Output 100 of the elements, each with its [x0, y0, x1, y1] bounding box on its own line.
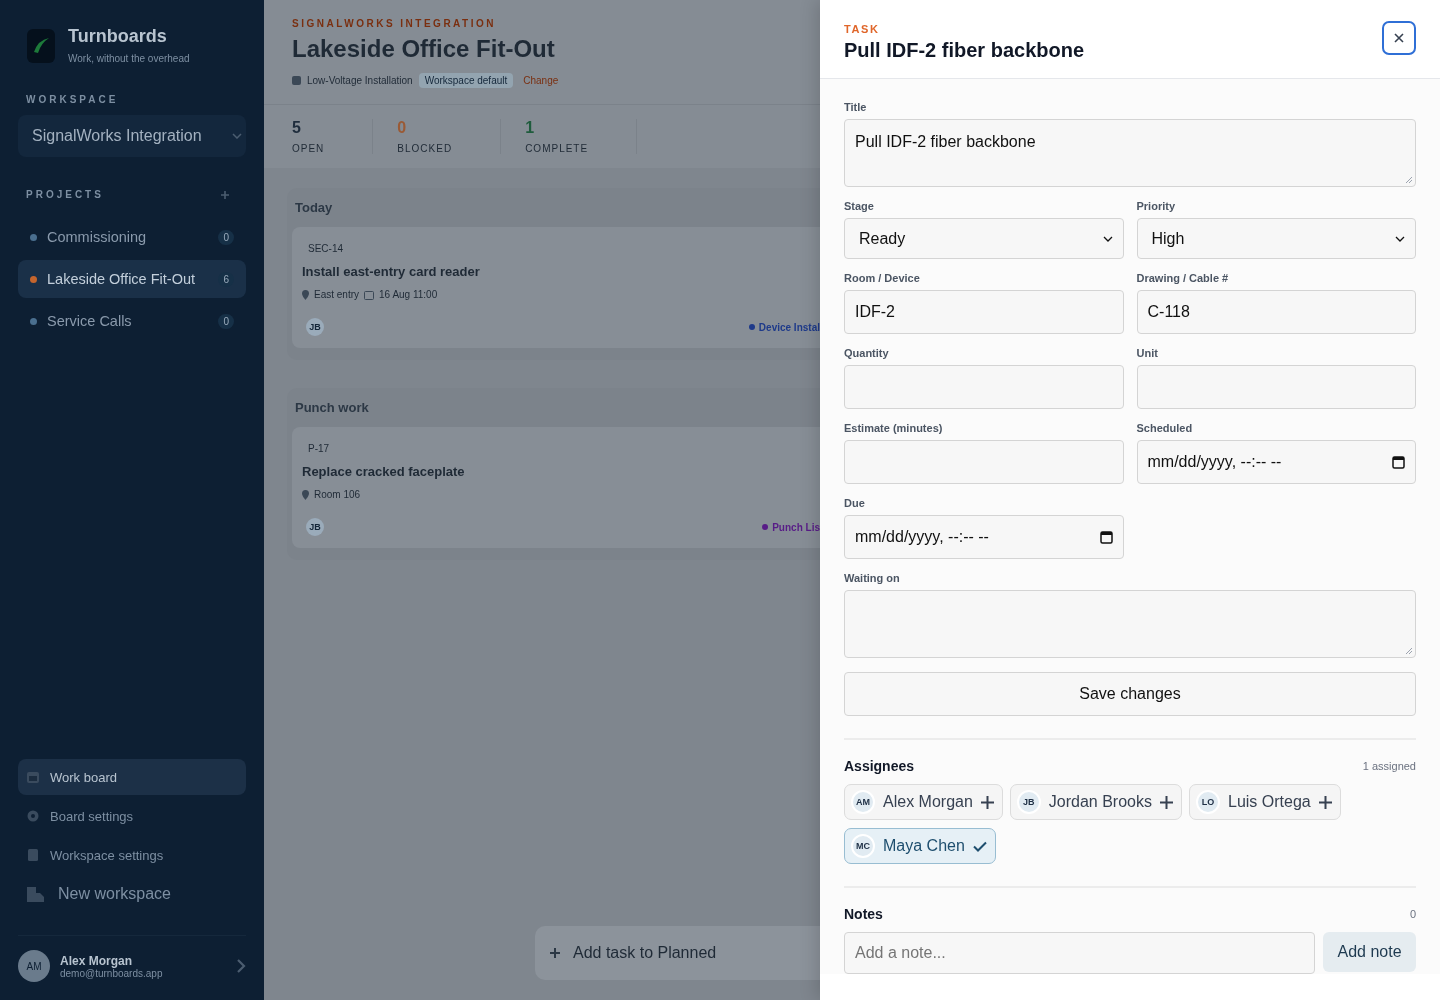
field-label: Quantity	[844, 347, 890, 359]
nav-item[interactable]: Workspace settings	[18, 837, 246, 873]
task-id: SEC-14	[308, 243, 343, 254]
check-icon	[972, 840, 987, 852]
section-title: Notes	[844, 906, 883, 922]
field-label: Due	[844, 497, 866, 509]
panel-icon	[26, 848, 40, 862]
pin-icon	[302, 489, 309, 500]
calendar-icon	[26, 770, 40, 784]
stat-label: BLOCKED	[397, 143, 453, 154]
task-tag: Punch Lis	[772, 521, 820, 533]
date-field[interactable]: mm/dd/yyyy, --:-- --	[844, 515, 1124, 559]
field-label: Drawing / Cable #	[1136, 272, 1230, 284]
assigned-count: 1 assigned	[1362, 760, 1416, 772]
avatar: AM	[18, 950, 50, 982]
template-icon	[292, 76, 301, 85]
settings-icon	[26, 809, 40, 823]
input-field[interactable]	[844, 365, 1124, 409]
user-email: demo@turnboards.app	[60, 967, 164, 979]
stat-label: COMPLETE	[525, 143, 589, 154]
user-name: Alex Morgan	[60, 953, 133, 968]
resize-grip-icon[interactable]	[1405, 647, 1413, 655]
stat-label: OPEN	[292, 143, 325, 154]
assignee-chip[interactable]: JB Jordan Brooks	[1009, 784, 1182, 820]
calendar-icon	[364, 289, 375, 300]
count-badge: 6	[218, 271, 234, 287]
add-icon[interactable]	[220, 189, 230, 200]
select-field[interactable]: Ready	[844, 218, 1124, 259]
page-title: Lakeside Office Fit-Out	[292, 35, 556, 63]
avatar: AM	[851, 790, 875, 814]
chevron-icon	[232, 133, 242, 139]
select-field[interactable]: High	[1136, 218, 1416, 259]
field-label: Waiting on	[844, 572, 901, 584]
nav-item[interactable]: Work board	[18, 759, 246, 795]
input-field[interactable]	[844, 440, 1124, 484]
task-title: Install east-entry card reader	[302, 264, 481, 279]
task-title: Replace cracked faceplate	[302, 464, 466, 479]
close-icon	[1393, 32, 1405, 44]
chevron-icon	[1395, 235, 1405, 242]
project-item[interactable]: Lakeside Office Fit-Out 6	[18, 260, 246, 298]
input-field[interactable]: IDF-2	[844, 290, 1124, 334]
field-label: Room / Device	[844, 272, 921, 284]
save-button[interactable]: Save changes	[844, 672, 1416, 716]
task-tag: Device Instal	[758, 321, 820, 333]
workspace-select[interactable]: SignalWorks Integration	[18, 115, 246, 157]
assignee-chip[interactable]: MC Maya Chen	[844, 828, 996, 864]
count-badge: 0	[218, 313, 234, 329]
column-title: Punch work	[294, 399, 370, 417]
drawer-eyebrow: TASK	[844, 23, 881, 35]
field-label: Priority	[1136, 200, 1176, 212]
note-field[interactable]: Add a note...	[844, 932, 1315, 974]
plus-icon	[549, 947, 561, 959]
avatar: JB	[1016, 790, 1041, 814]
text-area[interactable]: Pull IDF-2 fiber backbone	[844, 119, 1416, 187]
avatar: JB	[306, 518, 324, 536]
avatar: JB	[306, 318, 324, 336]
section-label: WORKSPACE	[25, 94, 120, 105]
calendar-icon	[1099, 530, 1113, 544]
task-id: P-17	[308, 443, 330, 454]
project-item[interactable]: Service Calls 0	[18, 302, 246, 340]
plus-icon	[980, 795, 994, 809]
stat-value: 0	[397, 119, 408, 137]
pin-icon	[302, 289, 309, 300]
chevron-right-icon[interactable]	[236, 958, 246, 974]
section-label: PROJECTS	[25, 189, 104, 200]
date-field[interactable]: mm/dd/yyyy, --:-- --	[1136, 440, 1416, 484]
count-badge: 0	[218, 229, 234, 245]
task-card[interactable]: SEC-14 Install east-entry card reader East entry 16 Aug 11:00 JB Device Instal	[292, 227, 820, 348]
text-area[interactable]	[844, 590, 1416, 658]
stat-value: 5	[292, 119, 302, 137]
field-label: Estimate (minutes)	[844, 422, 944, 434]
plus-icon	[1160, 795, 1173, 809]
task-location: East entry	[314, 289, 360, 300]
resize-grip-icon[interactable]	[1405, 176, 1413, 184]
brand-tagline: Work, without the overhead	[68, 53, 190, 64]
field-label: Scheduled	[1136, 422, 1194, 434]
logo-icon	[26, 26, 56, 64]
project-item[interactable]: Commissioning 0	[18, 218, 246, 256]
task-location: Room 106	[314, 489, 361, 500]
notes-count: 0	[1409, 908, 1416, 920]
nav-item[interactable]: Board settings	[18, 798, 246, 834]
input-field[interactable]	[1136, 365, 1416, 409]
chevron-icon	[1102, 235, 1113, 242]
org-label: SIGNALWORKS INTEGRATION	[292, 18, 497, 29]
default-badge: Workspace default	[418, 73, 514, 88]
column-title: Today	[294, 199, 334, 217]
nav-item[interactable]: New workspace	[18, 876, 246, 912]
brand-name: Turnboards	[68, 26, 168, 47]
field-label: Stage	[844, 200, 875, 212]
add-note-button[interactable]: Add note	[1323, 932, 1416, 972]
assignee-chip[interactable]: LO Luis Ortega	[1189, 784, 1341, 820]
assignee-chip[interactable]: AM Alex Morgan	[844, 784, 1003, 820]
template-name: Low-Voltage Installation	[307, 75, 413, 86]
close-button[interactable]	[1382, 21, 1416, 55]
task-card[interactable]: P-17 Replace cracked faceplate Room 106 JB Punch Lis	[292, 427, 820, 548]
task-date: 16 Aug 11:00	[379, 289, 438, 300]
plus-icon	[1318, 795, 1332, 809]
field-label: Unit	[1136, 347, 1159, 359]
input-field[interactable]: C-118	[1136, 290, 1416, 334]
add-task-button[interactable]: Add task to Planned	[535, 926, 820, 980]
